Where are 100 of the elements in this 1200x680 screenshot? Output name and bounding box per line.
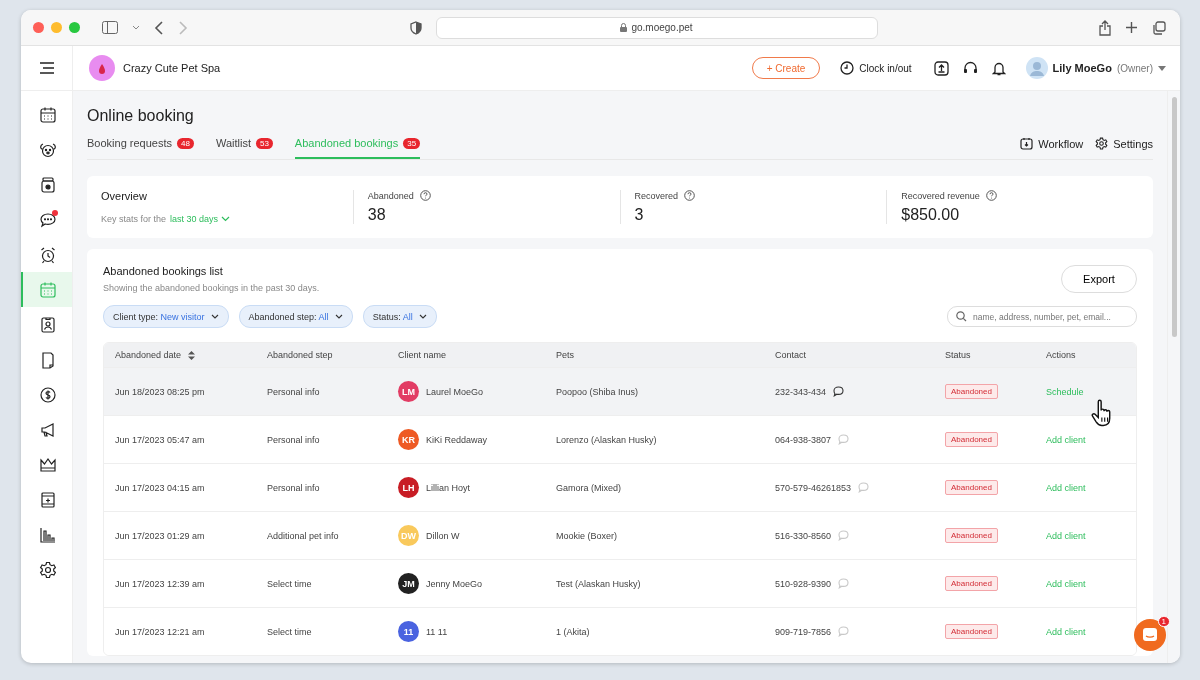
bell-icon[interactable] — [991, 60, 1006, 76]
close-dot[interactable] — [33, 22, 44, 33]
tab[interactable]: Booking requests 48 — [87, 137, 194, 159]
upload-icon[interactable] — [933, 60, 949, 76]
filter-dropdown[interactable]: Status: All — [362, 305, 437, 328]
pets-cell: Lorenzo (Alaskan Husky) — [556, 434, 657, 445]
column-header[interactable]: Abandoned date — [115, 350, 182, 360]
address-bar[interactable]: go.moego.pet — [435, 16, 878, 39]
chevron-down-icon[interactable] — [418, 314, 427, 319]
stat-value: $850.00 — [901, 206, 961, 224]
menu-icon[interactable] — [38, 62, 55, 74]
back-icon[interactable] — [154, 20, 164, 35]
step-cell: Personal info — [267, 434, 320, 445]
pets-cell: Test (Alaskan Husky) — [556, 578, 641, 589]
client-name[interactable]: Dillon W — [426, 530, 460, 541]
step-cell: Select time — [267, 626, 312, 637]
calendar-plus-icon — [38, 490, 57, 509]
step-cell: Select time — [267, 578, 312, 589]
zoom-dot[interactable] — [69, 22, 80, 33]
tabs-overview-icon[interactable] — [1152, 20, 1166, 35]
filter-dropdown[interactable]: Client type: New visitor — [103, 305, 229, 328]
chevron-down-icon[interactable] — [210, 314, 219, 319]
clock-in-out-link[interactable]: Clock in/out — [859, 62, 912, 74]
help-icon[interactable] — [419, 190, 431, 201]
caret-icon[interactable] — [1158, 65, 1166, 71]
client-avatar: JM — [398, 573, 419, 594]
tab-label[interactable]: Waitlist — [215, 137, 251, 149]
chat-icon — [38, 210, 57, 229]
stat-label: Recovered — [634, 190, 679, 201]
count-badge: 35 — [403, 137, 421, 149]
client-avatar: LH — [398, 477, 419, 498]
date-cell: Jun 17/2023 04:15 am — [115, 482, 205, 493]
shield-icon[interactable] — [409, 20, 422, 35]
tab-label[interactable]: Booking requests — [87, 137, 172, 149]
crown-icon — [38, 455, 57, 474]
client-name[interactable]: Jenny MoeGo — [426, 578, 483, 589]
stat-label: Recovered revenue — [901, 190, 980, 201]
chevron-down-icon[interactable] — [334, 314, 343, 319]
contact-cell: 570-579-46261853 — [775, 482, 852, 493]
column-header: Client name — [398, 350, 447, 360]
minimize-dot[interactable] — [51, 22, 62, 33]
megaphone-icon — [38, 420, 57, 439]
stat-label: Abandoned — [367, 190, 414, 201]
status-tag: Abandoned — [945, 576, 998, 591]
sort-icon[interactable] — [188, 350, 196, 360]
pets-cell: Poopoo (Shiba Inus) — [556, 386, 639, 397]
contact-cell: 909-719-7856 — [775, 626, 832, 637]
message-icon[interactable] — [833, 386, 845, 397]
clock-icon — [840, 61, 855, 75]
search-field[interactable]: name, address, number, pet, email... — [947, 306, 1137, 327]
list-subtitle: Showing the abandoned bookings in the past 30 days. — [103, 283, 320, 293]
date-cell: Jun 17/2023 05:47 am — [115, 434, 205, 445]
workflow-link[interactable]: Workflow — [1038, 137, 1084, 150]
count-badge: 53 — [255, 137, 273, 149]
date-cell: Jun 17/2023 12:39 am — [115, 578, 205, 589]
help-icon[interactable] — [684, 190, 696, 201]
user-name[interactable]: Lily MoeGo — [1052, 62, 1112, 74]
client-name[interactable]: Laurel MoeGo — [426, 386, 484, 397]
list-title: Abandoned bookings list — [103, 265, 224, 277]
client-name[interactable]: Lillian Hoyt — [426, 482, 471, 493]
status-tag: Abandoned — [945, 528, 998, 543]
count-badge: 48 — [177, 137, 194, 149]
column-header: Abandoned step — [267, 350, 333, 360]
lock-icon — [620, 23, 628, 32]
table-row[interactable]: Jun 18/2023 08:25 pm Personal info LM Laurel MoeGo Poopoo (Shiba Inus) 232-343-434 Abandoned Schedule — [104, 367, 1136, 415]
settings-link[interactable]: Settings — [1113, 137, 1153, 150]
calendar-icon — [38, 105, 57, 124]
column-header: Actions — [1046, 350, 1076, 360]
step-cell: Personal info — [267, 482, 320, 493]
share-icon[interactable] — [1099, 19, 1111, 36]
workflow-icon — [1020, 137, 1034, 150]
settings-icon — [1095, 137, 1109, 150]
sidebar-toggle-icon[interactable] — [102, 21, 118, 34]
status-tag: Abandoned — [945, 624, 998, 639]
client-name[interactable]: 11 11 — [426, 626, 448, 637]
chart-icon — [38, 525, 57, 544]
booking-icon — [38, 280, 57, 299]
client-name[interactable]: KiKi Reddaway — [426, 434, 488, 445]
export-button[interactable]: Export — [1061, 265, 1137, 293]
contact-cell: 510-928-9390 — [775, 578, 832, 589]
tab[interactable]: Abandoned bookings 35 — [294, 137, 421, 159]
pets-cell: Gamora (Mixed) — [556, 482, 621, 493]
gear-icon — [38, 560, 57, 579]
notification-badge: 1 — [1157, 616, 1170, 627]
date-cell: Jun 17/2023 01:29 am — [115, 530, 205, 541]
status-tag: Abandoned — [945, 432, 998, 447]
stat-value: 38 — [367, 206, 387, 224]
idcard-icon — [38, 315, 57, 334]
filter-dropdown[interactable]: Abandoned step: All — [238, 305, 353, 328]
tab[interactable]: Waitlist 53 — [215, 137, 273, 159]
jar-icon — [38, 175, 57, 194]
contact-cell: 064-938-3807 — [775, 434, 832, 445]
date-cell: Jun 17/2023 12:21 am — [115, 626, 205, 637]
client-avatar: KR — [398, 429, 419, 450]
table-row[interactable]: Jun 17/2023 12:21 am Select time 11 11 11 1 (Akita) 909-719-7856 Abandoned Add client — [104, 607, 1136, 655]
scrollbar-thumb[interactable] — [1171, 97, 1177, 337]
business-logo-icon — [89, 55, 115, 81]
help-icon[interactable] — [985, 190, 997, 201]
headset-icon[interactable] — [962, 60, 978, 76]
new-tab-icon[interactable] — [1125, 21, 1138, 34]
